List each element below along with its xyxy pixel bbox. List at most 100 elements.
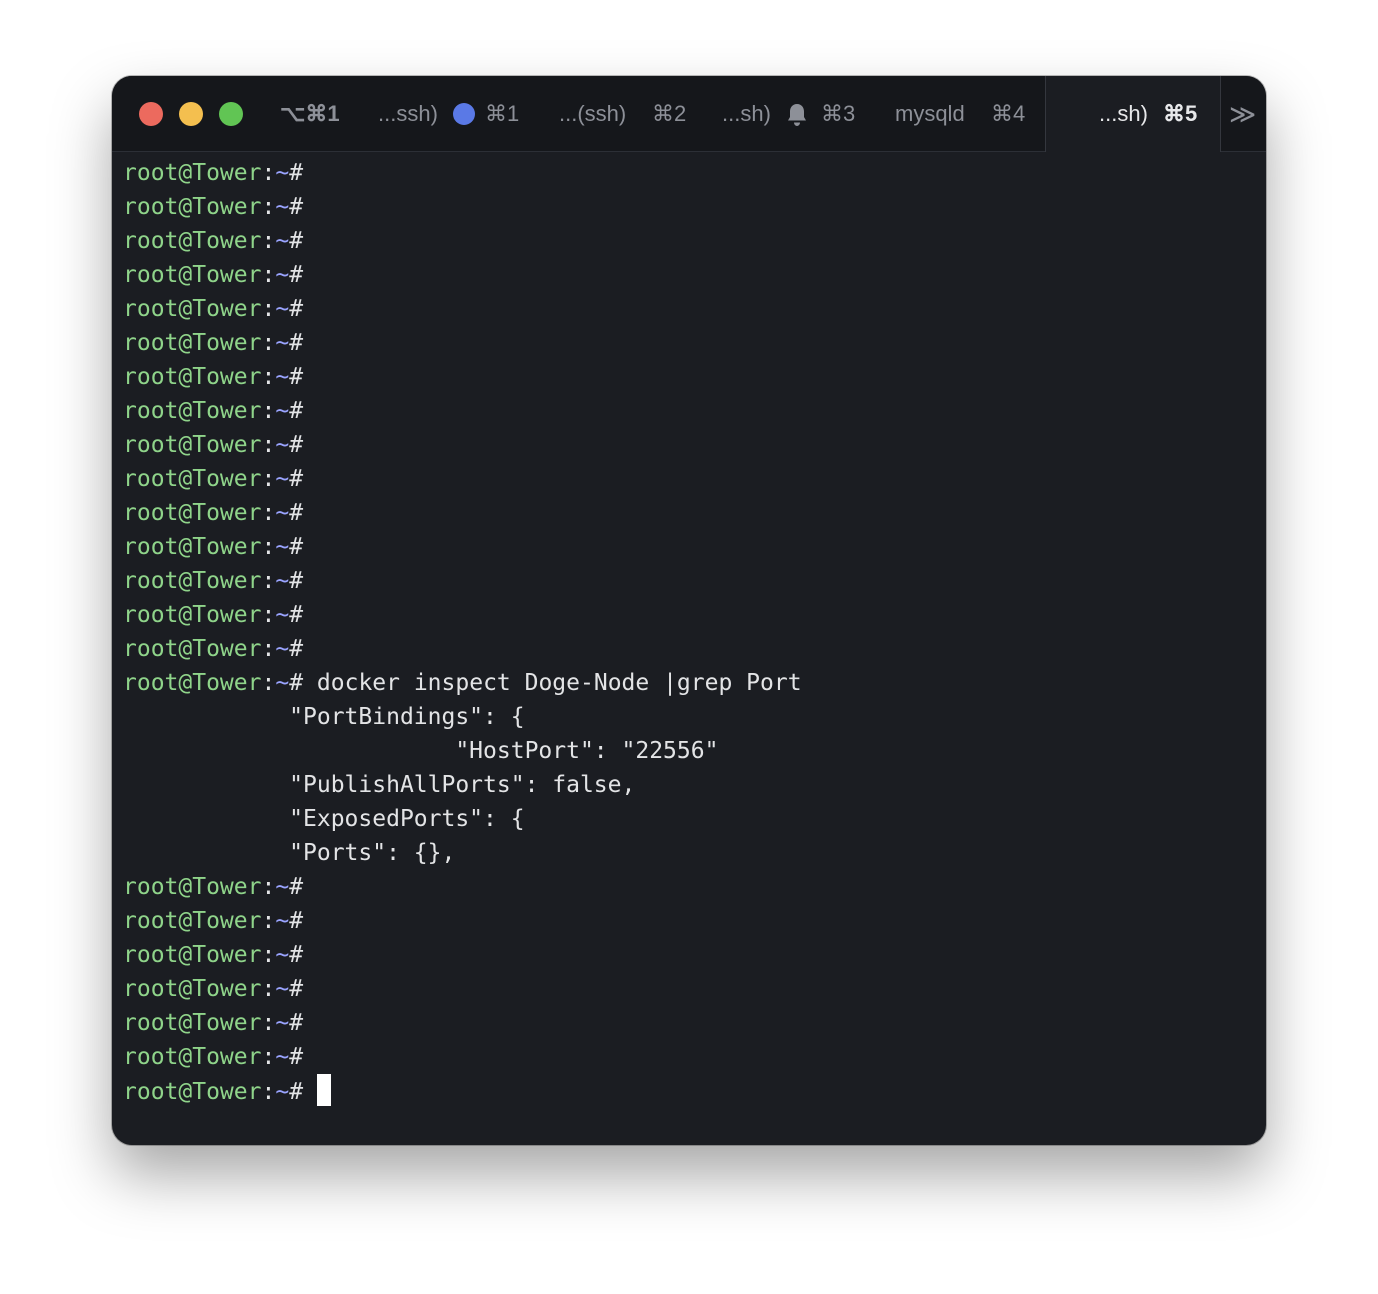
prompt-path: ~ (275, 976, 290, 1002)
output-line: "PortBindings": { (123, 704, 525, 730)
tab-overflow-chevron-icon[interactable]: ≫ (1229, 100, 1256, 128)
prompt-symbol: # (289, 942, 304, 968)
prompt-line: root@Tower:~# (123, 258, 1253, 292)
prompt-line: root@Tower:~# (123, 1006, 1253, 1040)
prompt-line: root@Tower:~# (123, 156, 1253, 190)
prompt-colon: : (261, 398, 276, 424)
maximize-window-button[interactable] (219, 102, 243, 126)
prompt-path: ~ (275, 1044, 290, 1070)
prompt-line: root@Tower:~# (123, 938, 1253, 972)
prompt-user-host: root@Tower (123, 1044, 262, 1070)
prompt-symbol: # (289, 568, 304, 594)
prompt-line: root@Tower:~# (123, 224, 1253, 258)
close-window-button[interactable] (139, 102, 163, 126)
prompt-path: ~ (275, 670, 290, 696)
prompt-symbol: # (289, 194, 304, 220)
tab-1-label[interactable]: ⌥⌘1 (280, 100, 340, 128)
prompt-symbol: # (289, 262, 304, 288)
activity-indicator-icon (453, 103, 475, 125)
prompt-line: root@Tower:~# (123, 564, 1253, 598)
prompt-user-host: root@Tower (123, 976, 262, 1002)
output-line: "Ports": {}, (123, 840, 456, 866)
prompt-symbol: # (289, 636, 304, 662)
prompt-line: root@Tower:~# (123, 530, 1253, 564)
prompt-colon: : (261, 296, 276, 322)
prompt-colon: : (261, 1044, 276, 1070)
prompt-path: ~ (275, 534, 290, 560)
prompt-colon: : (261, 160, 276, 186)
tab-6-active[interactable]: ...sh) ⌘5 (1045, 76, 1221, 152)
prompt-line: root@Tower:~# (123, 870, 1253, 904)
prompt-line: root@Tower:~# (123, 1040, 1253, 1074)
output-line: "PublishAllPorts": false, (123, 772, 636, 798)
prompt-path: ~ (275, 568, 290, 594)
prompt-colon: : (261, 976, 276, 1002)
prompt-line: root@Tower:~# (123, 360, 1253, 394)
terminal-window: ⌥⌘1 ...ssh) ⌘1 ...(ssh) ⌘2 ...sh) ⌘3 mys… (112, 76, 1266, 1145)
prompt-path: ~ (275, 1079, 290, 1105)
prompt-colon: : (261, 670, 276, 696)
prompt-symbol: # (289, 1044, 304, 1070)
prompt-symbol: # (289, 908, 304, 934)
prompt-symbol: # (289, 976, 304, 1002)
prompt-user-host: root@Tower (123, 398, 262, 424)
tab-2-shortcut: ⌘1 (485, 101, 520, 126)
prompt-path: ~ (275, 194, 290, 220)
prompt-symbol: # (289, 500, 304, 526)
terminal-output[interactable]: root@Tower:~# root@Tower:~# root@Tower:~# r… (123, 156, 1253, 1108)
prompt-user-host: root@Tower (123, 228, 262, 254)
prompt-line: root@Tower:~# (123, 326, 1253, 360)
tab-5-label[interactable]: mysqld (895, 100, 965, 128)
prompt-colon: : (261, 500, 276, 526)
prompt-symbol: # (289, 364, 304, 390)
minimize-window-button[interactable] (179, 102, 203, 126)
prompt-user-host: root@Tower (123, 330, 262, 356)
prompt-symbol: # (289, 466, 304, 492)
prompt-user-host: root@Tower (123, 432, 262, 458)
prompt-path: ~ (275, 296, 290, 322)
prompt-path: ~ (275, 466, 290, 492)
prompt-line: root@Tower:~# docker inspect Doge-Node |… (123, 666, 1253, 700)
prompt-user-host: root@Tower (123, 1010, 262, 1036)
prompt-symbol: # (289, 1010, 304, 1036)
output-line: "HostPort": "22556" (123, 738, 719, 764)
tab-6-label[interactable]: ...sh) (1099, 100, 1148, 128)
prompt-path: ~ (275, 262, 290, 288)
prompt-path: ~ (275, 1010, 290, 1036)
prompt-symbol: # (289, 398, 304, 424)
prompt-colon: : (261, 1079, 276, 1105)
tab-3-label[interactable]: ...(ssh) (559, 100, 626, 128)
prompt-line: root@Tower:~# (123, 904, 1253, 938)
prompt-colon: : (261, 1010, 276, 1036)
prompt-line: root@Tower:~# (123, 394, 1253, 428)
tab-2-label[interactable]: ...ssh) (378, 100, 438, 128)
prompt-user-host: root@Tower (123, 466, 262, 492)
prompt-path: ~ (275, 602, 290, 628)
prompt-user-host: root@Tower (123, 534, 262, 560)
prompt-symbol: # (289, 670, 304, 696)
prompt-user-host: root@Tower (123, 194, 262, 220)
prompt-path: ~ (275, 942, 290, 968)
prompt-symbol: # (289, 296, 304, 322)
prompt-path: ~ (275, 874, 290, 900)
command-text: docker inspect Doge-Node |grep Port (303, 670, 802, 696)
prompt-symbol: # (289, 874, 304, 900)
bell-icon (788, 104, 806, 126)
prompt-colon: : (261, 228, 276, 254)
text-cursor (317, 1074, 332, 1106)
prompt-line: root@Tower:~# (123, 292, 1253, 326)
prompt-user-host: root@Tower (123, 636, 262, 662)
prompt-user-host: root@Tower (123, 500, 262, 526)
prompt-symbol: # (289, 602, 304, 628)
tab-4-label[interactable]: ...sh) (722, 100, 771, 128)
prompt-line: root@Tower:~# (123, 972, 1253, 1006)
prompt-user-host: root@Tower (123, 670, 262, 696)
prompt-line: root@Tower:~# (123, 496, 1253, 530)
prompt-line: root@Tower:~# (123, 632, 1253, 666)
prompt-colon: : (261, 908, 276, 934)
prompt-colon: : (261, 432, 276, 458)
tab-6-shortcut: ⌘5 (1163, 101, 1198, 126)
prompt-user-host: root@Tower (123, 296, 262, 322)
prompt-user-host: root@Tower (123, 942, 262, 968)
prompt-user-host: root@Tower (123, 364, 262, 390)
